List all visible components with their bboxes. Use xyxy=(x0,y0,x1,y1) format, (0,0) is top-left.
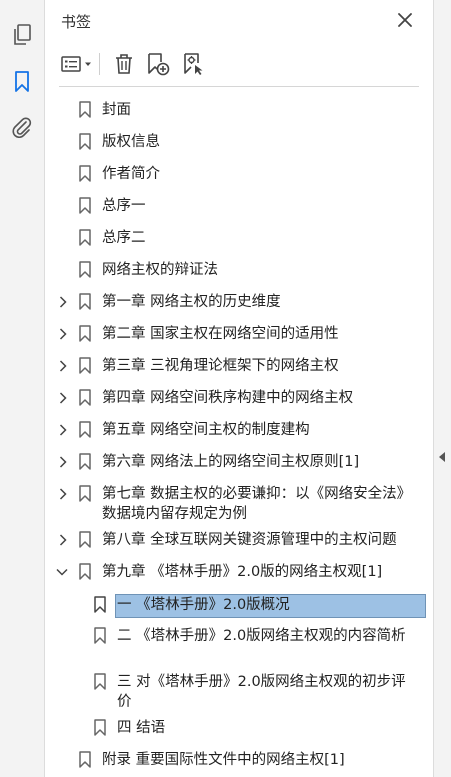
panel-title: 书签 xyxy=(61,13,92,31)
bookmark-label: 总序二 xyxy=(102,230,146,246)
chevron-right-icon[interactable] xyxy=(56,454,70,470)
bookmarks-panel: 书签 封面 版权信息 作者简介 总序一 总序二 网络主权的辩证法 第一章 网络主… xyxy=(45,0,433,777)
bookmark-icon xyxy=(79,357,91,374)
toolbar-separator xyxy=(99,53,100,75)
bookmark-icon xyxy=(94,596,106,613)
bookmark-icon xyxy=(79,531,91,548)
bookmark-label: 第一章 网络主权的历史维度 xyxy=(102,294,281,310)
bookmark-icon xyxy=(79,421,91,438)
chevron-right-icon[interactable] xyxy=(56,532,70,548)
bookmark-item[interactable]: 总序一 xyxy=(45,196,433,218)
bookmark-item[interactable]: 第七章 数据主权的必要谦抑：以《网络安全法》数据境内留存规定为例 xyxy=(45,484,433,528)
bookmark-item[interactable]: 第一章 网络主权的历史维度 xyxy=(45,292,433,314)
bookmark-label: 网络主权的辩证法 xyxy=(102,262,218,278)
bookmark-icon xyxy=(79,229,91,246)
bookmark-label: 一 《塔林手册》2.0版概况 xyxy=(117,597,290,613)
bookmark-item[interactable]: 第八章 全球互联网关键资源管理中的主权问题 xyxy=(45,530,433,552)
bookmark-item[interactable]: 作者简介 xyxy=(45,164,433,186)
bookmark-icon xyxy=(79,165,91,182)
bookmark-label: 版权信息 xyxy=(102,134,160,150)
bookmark-label: 第六章 网络法上的网络空间主权原则[1] xyxy=(102,454,360,470)
chevron-right-icon[interactable] xyxy=(56,358,70,374)
bookmark-item[interactable]: 第五章 网络空间主权的制度建构 xyxy=(45,420,433,442)
pages-icon[interactable] xyxy=(8,21,36,49)
bookmark-label: 作者简介 xyxy=(102,166,160,182)
bookmark-item[interactable]: 二 《塔林手册》2.0版网络主权观的内容简析 xyxy=(45,626,433,670)
bookmark-label: 二 《塔林手册》2.0版网络主权观的内容简析 xyxy=(117,628,406,644)
bookmark-icon xyxy=(94,627,106,644)
bookmark-label: 三 对《塔林手册》2.0版网络主权观的初步评价 xyxy=(117,674,406,710)
bookmark-icon xyxy=(79,293,91,310)
bookmark-icon xyxy=(94,673,106,690)
bookmark-icon xyxy=(79,563,91,580)
bookmark-label: 附录 重要国际性文件中的网络主权[1] xyxy=(102,752,345,768)
bookmark-icon xyxy=(79,197,91,214)
bookmark-label: 第五章 网络空间主权的制度建构 xyxy=(102,422,310,438)
chevron-right-icon[interactable] xyxy=(56,294,70,310)
options-menu-button[interactable] xyxy=(59,50,95,78)
bookmark-icon xyxy=(94,719,106,736)
bookmark-item-selected[interactable]: 一 《塔林手册》2.0版概况 xyxy=(45,594,433,618)
bookmark-icon xyxy=(79,101,91,118)
bookmark-icon xyxy=(79,389,91,406)
bookmark-label: 第九章 《塔林手册》2.0版的网络主权观[1] xyxy=(102,564,383,580)
bookmark-icon xyxy=(79,261,91,278)
bookmark-icon xyxy=(79,751,91,768)
collapse-arrow-icon[interactable] xyxy=(439,452,445,462)
bookmark-item[interactable]: 版权信息 xyxy=(45,132,433,154)
bookmark-icon xyxy=(79,325,91,342)
panel-collapse-strip xyxy=(433,0,451,777)
bookmark-label: 第八章 全球互联网关键资源管理中的主权问题 xyxy=(102,532,397,548)
chevron-right-icon[interactable] xyxy=(56,422,70,438)
bookmark-item[interactable]: 第二章 国家主权在网络空间的适用性 xyxy=(45,324,433,346)
bookmark-item[interactable]: 三 对《塔林手册》2.0版网络主权观的初步评价 xyxy=(45,672,433,716)
bookmark-item[interactable]: 第九章 《塔林手册》2.0版的网络主权观[1] xyxy=(45,562,433,584)
bookmark-label: 第七章 数据主权的必要谦抑：以《网络安全法》数据境内留存规定为例 xyxy=(102,486,412,522)
bookmark-icon xyxy=(79,485,91,502)
bookmark-item[interactable]: 网络主权的辩证法 xyxy=(45,260,433,282)
bookmarks-icon[interactable] xyxy=(8,68,36,96)
left-tool-rail xyxy=(0,0,45,777)
bookmark-structure-icon[interactable] xyxy=(181,50,207,78)
bookmark-icon xyxy=(79,133,91,150)
chevron-down-icon[interactable] xyxy=(55,564,69,580)
bookmark-item[interactable]: 第六章 网络法上的网络空间主权原则[1] xyxy=(45,452,433,474)
close-icon[interactable] xyxy=(393,8,417,32)
chevron-right-icon[interactable] xyxy=(56,390,70,406)
bookmark-item[interactable]: 总序二 xyxy=(45,228,433,250)
new-bookmark-icon[interactable] xyxy=(145,50,171,78)
bookmarks-toolbar xyxy=(45,44,433,84)
bookmark-label: 第二章 国家主权在网络空间的适用性 xyxy=(102,326,339,342)
options-menu-icon xyxy=(61,56,91,72)
bookmark-item[interactable]: 四 结语 xyxy=(45,718,433,740)
bookmark-item[interactable]: 第三章 三视角理论框架下的网络主权 xyxy=(45,356,433,378)
bookmark-item[interactable]: 第四章 网络空间秩序构建中的网络主权 xyxy=(45,388,433,410)
attachments-icon[interactable] xyxy=(8,113,36,141)
chevron-right-icon[interactable] xyxy=(56,486,70,502)
toolbar-divider xyxy=(59,86,419,87)
bookmark-label: 第四章 网络空间秩序构建中的网络主权 xyxy=(102,390,354,406)
bookmark-label: 总序一 xyxy=(102,198,146,214)
chevron-right-icon[interactable] xyxy=(56,326,70,342)
bookmark-item[interactable]: 封面 xyxy=(45,100,433,122)
bookmark-label: 封面 xyxy=(102,102,131,118)
bookmark-label: 四 结语 xyxy=(117,720,166,736)
bookmark-label: 第三章 三视角理论框架下的网络主权 xyxy=(102,358,339,374)
trash-icon[interactable] xyxy=(111,50,137,78)
bookmark-icon xyxy=(79,453,91,470)
bookmark-item[interactable]: 附录 重要国际性文件中的网络主权[1] xyxy=(45,750,433,772)
